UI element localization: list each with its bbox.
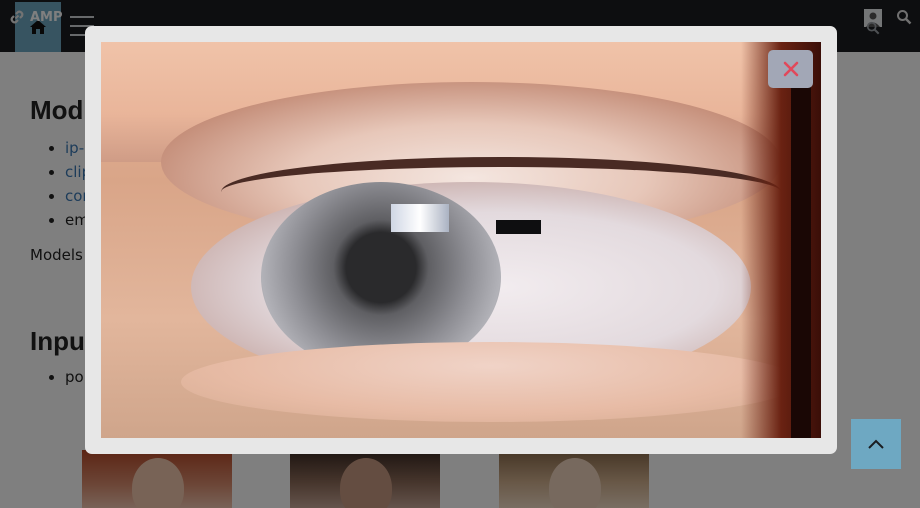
close-button[interactable]: [768, 50, 813, 88]
image-region-highlight: [391, 204, 449, 232]
image-region-dark-bar: [496, 220, 541, 234]
back-to-top-button[interactable]: [851, 419, 901, 469]
close-icon: [783, 61, 798, 77]
image-region-lower-lid: [181, 342, 801, 422]
lightbox-image: [101, 42, 821, 438]
chevron-up-icon: [868, 439, 884, 449]
image-lightbox-modal: [85, 26, 837, 454]
image-region-dark-edge: [791, 82, 811, 438]
